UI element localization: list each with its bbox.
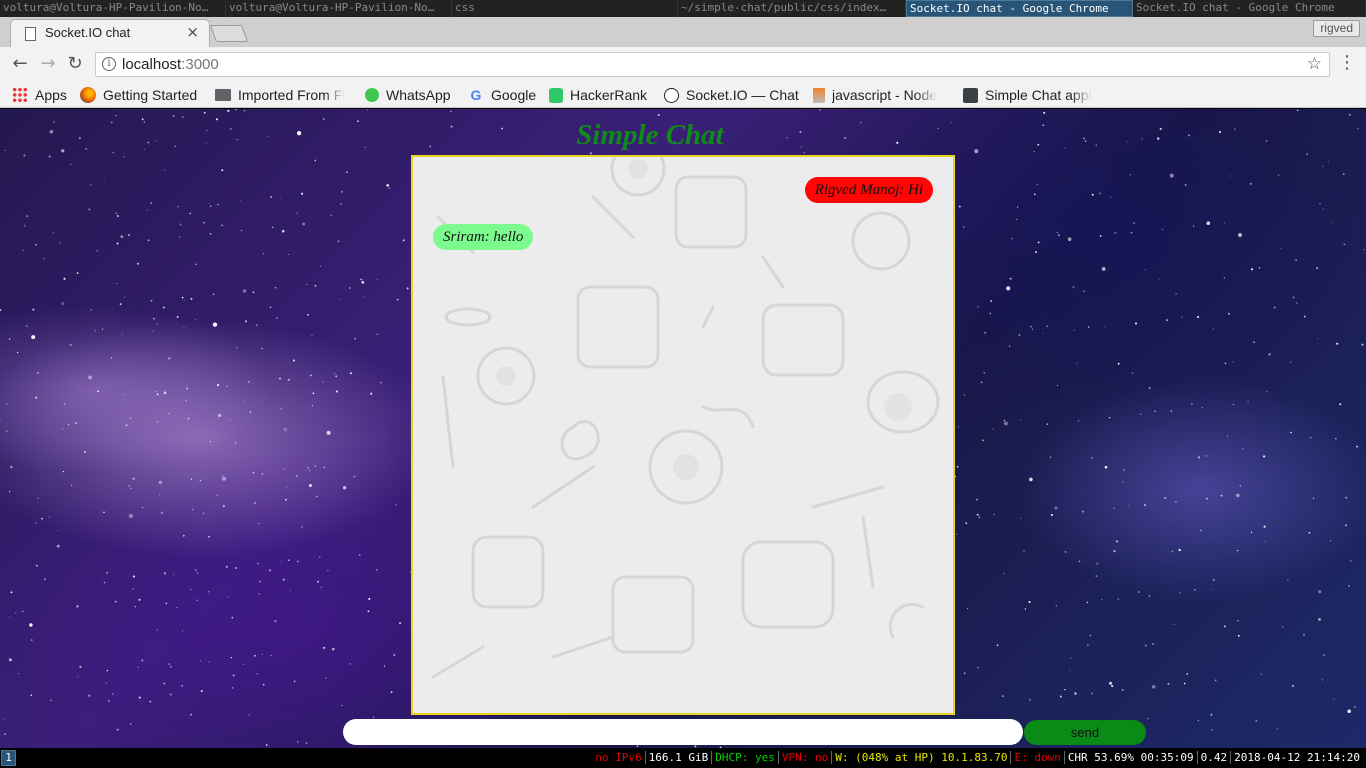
system-status-bar: 1 no IPv6 166.1 GiB DHCP: yes VPN: no W:… bbox=[0, 748, 1366, 768]
bookmark-getting-started[interactable]: Getting Started bbox=[80, 85, 197, 105]
url-port: :3000 bbox=[181, 56, 219, 73]
tab-title: Socket.IO chat bbox=[45, 25, 131, 40]
status-items: no IPv6 166.1 GiB DHCP: yes VPN: no W: (… bbox=[592, 751, 1363, 764]
page-favicon-icon bbox=[25, 27, 36, 41]
browser-tab[interactable]: Socket.IO chat × bbox=[10, 19, 210, 47]
message-input[interactable] bbox=[343, 719, 1023, 745]
wm-tab-terminal-2[interactable]: voltura@Voltura-HP-Pavilion-No… bbox=[226, 0, 452, 17]
chat-messages-panel[interactable]: Rigved Manoj: Hi Sriram: hello bbox=[411, 155, 955, 715]
bookmark-google[interactable]: G Google bbox=[468, 85, 537, 105]
bookmark-label: Google bbox=[491, 87, 537, 103]
wm-tab-chrome-2[interactable]: Socket.IO chat - Google Chrome bbox=[1133, 0, 1366, 17]
battery-status: CHR 53.69% 00:35:09 bbox=[1065, 751, 1198, 764]
hackerrank-icon bbox=[549, 87, 563, 103]
folder-icon bbox=[215, 89, 231, 101]
wm-tab-css[interactable]: css bbox=[452, 0, 678, 17]
load-status: 0.42 bbox=[1198, 751, 1232, 764]
ipv6-status: no IPv6 bbox=[592, 751, 646, 764]
bookmark-apps[interactable]: Apps bbox=[12, 85, 67, 105]
back-arrow-icon[interactable]: ← bbox=[8, 52, 32, 76]
ethernet-status: E: down bbox=[1011, 751, 1065, 764]
send-button[interactable]: send bbox=[1024, 720, 1146, 745]
apps-grid-icon bbox=[12, 87, 28, 103]
browser-toolbar: ← → ↻ i localhost:3000 ☆ ⋮ bbox=[0, 47, 1366, 82]
window-title-bar: voltura@Voltura-HP-Pavilion-No… voltura@… bbox=[0, 0, 1366, 17]
bookmark-label: Socket.IO — Chat bbox=[686, 87, 799, 103]
site-info-icon[interactable]: i bbox=[102, 57, 116, 71]
url-host: localhost bbox=[122, 56, 182, 73]
google-icon: G bbox=[470, 87, 482, 103]
document-icon bbox=[963, 87, 978, 103]
bookmark-imported-folder[interactable]: Imported From Fi bbox=[215, 85, 351, 105]
workspace-1-button[interactable]: 1 bbox=[1, 750, 16, 766]
url-text[interactable]: localhost:3000 bbox=[122, 56, 219, 73]
dhcp-status: DHCP: yes bbox=[712, 751, 779, 764]
datetime-status: 2018-04-12 21:14:20 bbox=[1234, 751, 1360, 764]
page-viewport: Simple Chat Rigved Manoj: Hi Sriram: hel… bbox=[0, 109, 1366, 748]
profile-badge[interactable]: rigved bbox=[1313, 20, 1360, 37]
wm-tab-terminal-1[interactable]: voltura@Voltura-HP-Pavilion-No… bbox=[0, 0, 226, 17]
socketio-icon bbox=[664, 87, 679, 103]
wifi-status: W: (048% at HP) 10.1.83.70 bbox=[832, 751, 1012, 764]
bookmark-stackoverflow[interactable]: javascript - Node bbox=[813, 85, 948, 105]
disk-free-status: 166.1 GiB bbox=[646, 751, 713, 764]
menu-dots-icon[interactable]: ⋮ bbox=[1338, 52, 1356, 73]
page-title: Simple Chat bbox=[576, 119, 724, 151]
whatsapp-icon bbox=[365, 88, 379, 102]
bookmark-label: Apps bbox=[35, 87, 67, 103]
bookmark-label: Imported From Fi bbox=[238, 87, 346, 103]
reload-icon[interactable]: ↻ bbox=[63, 52, 87, 76]
bookmark-socketio[interactable]: Socket.IO — Chat bbox=[664, 85, 799, 105]
bookmarks-bar: Apps Getting Started Imported From Fi Wh… bbox=[0, 82, 1366, 108]
bookmark-star-icon[interactable]: ☆ bbox=[1307, 54, 1322, 74]
bookmark-label: WhatsApp bbox=[386, 87, 451, 103]
bookmark-simple-chat[interactable]: Simple Chat appl bbox=[963, 85, 1099, 105]
bookmark-label: javascript - Node bbox=[832, 87, 938, 103]
wm-tab-editor[interactable]: ~/simple-chat/public/css/index… bbox=[678, 0, 906, 17]
address-bar[interactable]: i localhost:3000 ☆ bbox=[95, 52, 1330, 77]
firefox-icon bbox=[80, 87, 96, 103]
bookmark-label: HackerRank bbox=[570, 87, 648, 103]
wm-tab-chrome-active[interactable]: Socket.IO chat - Google Chrome bbox=[906, 0, 1133, 17]
bookmark-whatsapp[interactable]: WhatsApp bbox=[365, 85, 451, 105]
bookmark-label: Simple Chat appl bbox=[985, 87, 1092, 103]
close-tab-icon[interactable]: × bbox=[186, 23, 199, 41]
chat-message: Sriram: hello bbox=[433, 224, 534, 250]
chat-message: Rigved Manoj: Hi bbox=[804, 177, 933, 203]
new-tab-button[interactable] bbox=[209, 25, 249, 42]
vpn-status: VPN: no bbox=[779, 751, 833, 764]
forward-arrow-icon[interactable]: → bbox=[36, 52, 60, 76]
stackoverflow-icon bbox=[813, 87, 825, 103]
bookmark-hackerrank[interactable]: HackerRank bbox=[549, 85, 647, 105]
browser-tab-strip: Socket.IO chat × rigved bbox=[0, 17, 1366, 47]
bookmark-label: Getting Started bbox=[103, 87, 198, 103]
